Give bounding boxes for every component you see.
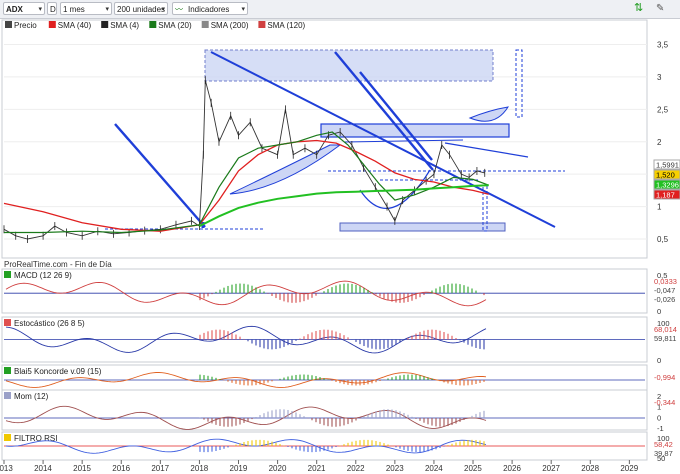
chart-area: Precio SMA (40) SMA (4) SMA (20) SMA (200) SM… (0, 19, 680, 473)
x-tick-label: 2029 (620, 464, 638, 473)
y-tick-label: 0,5 (657, 235, 669, 244)
symbol-select[interactable]: ADX ▾ (3, 2, 45, 15)
legend-item-label[interactable]: SMA (200) (211, 21, 249, 30)
x-tick-label: 2025 (464, 464, 482, 473)
y-tick-label: 3,5 (657, 40, 669, 49)
x-tick-label: 2017 (151, 464, 169, 473)
y-tick-label: 3 (657, 73, 662, 82)
toolbar: ADX ▾ D 1 mes ▾ 200 unidades ▾ 〰 Indicad… (0, 0, 680, 19)
indicator-swatch (4, 434, 11, 441)
indicator-chart-icon: 〰 (175, 5, 183, 14)
panel-value-label: 68,014 (654, 325, 677, 334)
x-tick-label: 2022 (347, 464, 365, 473)
chevron-down-icon: ▾ (38, 6, 42, 13)
x-tick-label: 2013 (0, 464, 13, 473)
panel-value-label: -0,994 (654, 373, 675, 382)
panel-tick-label: 0 (657, 413, 661, 422)
indicators-button[interactable]: 〰 Indicadores ▾ (172, 2, 248, 15)
period-label: 1 mes (63, 5, 85, 14)
indicator-title[interactable]: Blai5 Koncorde v.09 (15) (14, 367, 102, 376)
x-tick-label: 2024 (425, 464, 443, 473)
support-box (339, 222, 506, 232)
panel-tick-label: -1 (657, 424, 664, 433)
panel-frame (1, 268, 648, 314)
legend-item-label[interactable]: SMA (4) (110, 21, 139, 30)
price-label: 1,5991 (656, 161, 679, 170)
indicator-title[interactable]: Estocástico (26 8 5) (14, 319, 85, 328)
period-select[interactable]: 1 mes ▾ (60, 2, 112, 15)
indicators-label: Indicadores (188, 5, 230, 14)
target-box (320, 123, 510, 138)
x-tick-label: 2020 (269, 464, 287, 473)
x-tick-label: 2023 (386, 464, 404, 473)
legend-item-label[interactable]: SMA (120) (267, 21, 305, 30)
x-tick-label: 2027 (542, 464, 560, 473)
indicator-panel: Blai5 Koncorde v.09 (15) -0,994 (1, 364, 675, 391)
indicator-swatch (4, 367, 11, 374)
x-tick-label: 2018 (190, 464, 208, 473)
x-tick-label: 2028 (581, 464, 599, 473)
panel-tick-label: 0 (657, 356, 661, 365)
panel-value-label: 59,811 (654, 334, 676, 343)
indicator-panels: MACD (12 26 9) 0,500,0333-0,047-0,026Esto… (1, 268, 677, 463)
x-tick-label: 2014 (34, 464, 52, 473)
x-tick-label: 2016 (112, 464, 130, 473)
wrench-icon[interactable]: ✎ (656, 2, 668, 15)
legend-swatch (5, 21, 12, 28)
indicator-panel: FILTRO RSI 1005058,4239,87 (1, 431, 673, 463)
y-tick-label: 2,5 (657, 105, 669, 114)
panel-tick-label: 0 (657, 307, 661, 316)
chevron-down-icon: ▾ (241, 6, 245, 13)
watermark: ProRealTime.com - Fin de Día (4, 260, 112, 269)
price-label: 1,3296 (656, 181, 679, 190)
chevron-down-icon: ▾ (105, 6, 109, 13)
legend-swatch (101, 21, 109, 28)
panel-value-label: 58,42 (654, 440, 673, 449)
units-label: 200 unidades (117, 5, 166, 14)
indicator-swatch (4, 392, 11, 399)
indicator-swatch (4, 319, 11, 326)
price-label: 1,520 (656, 171, 675, 180)
indicator-panel: MACD (12 26 9) 0,500,0333-0,047-0,026 (1, 268, 677, 316)
alert-icon[interactable]: ⇅ (634, 2, 648, 15)
price-labels: 1,59911,5201,32961,187 (653, 159, 680, 200)
units-select[interactable]: 200 unidades ▾ (114, 2, 168, 15)
legend-item-label[interactable]: SMA (20) (158, 21, 192, 30)
legend-swatch (201, 21, 209, 28)
legend-item-label[interactable]: Precio (14, 21, 37, 30)
legend-swatch (149, 21, 157, 28)
y-tick-label: 2 (657, 138, 662, 147)
chevron-down-icon: ▾ (161, 6, 165, 13)
x-tick-label: 2021 (308, 464, 326, 473)
indicator-title[interactable]: MACD (12 26 9) (14, 271, 72, 280)
legend-swatch (258, 21, 266, 28)
price-label: 1,187 (656, 191, 675, 200)
panel-value-label: -0,026 (654, 295, 675, 304)
panel-value-label: 0,0333 (654, 277, 677, 286)
legend-swatch (48, 21, 56, 28)
panel-value-label: -0,344 (654, 398, 675, 407)
indicator-panel: Estocástico (26 8 5) 100068,01459,811 (1, 316, 677, 365)
panel-value-label: 39,87 (654, 449, 673, 458)
mode-button[interactable]: D (47, 2, 57, 15)
indicator-title[interactable]: Mom (12) (14, 392, 49, 401)
x-tick-label: 2015 (73, 464, 91, 473)
symbol-label: ADX (6, 5, 23, 14)
indicator-swatch (4, 271, 11, 278)
resistance-box (204, 49, 494, 82)
time-x-axis: 2013 2014 2015 2016 2017 2018 2019 2020 2021 2022… (0, 460, 639, 473)
indicator-panel: Mom (12) 210-1-0,344 (1, 389, 675, 433)
panel-value-label: -0,047 (654, 286, 675, 295)
x-tick-label: 2026 (503, 464, 521, 473)
y-tick-label: 1 (657, 203, 662, 212)
legend-item-label[interactable]: SMA (40) (58, 21, 92, 30)
x-tick-label: 2019 (230, 464, 248, 473)
